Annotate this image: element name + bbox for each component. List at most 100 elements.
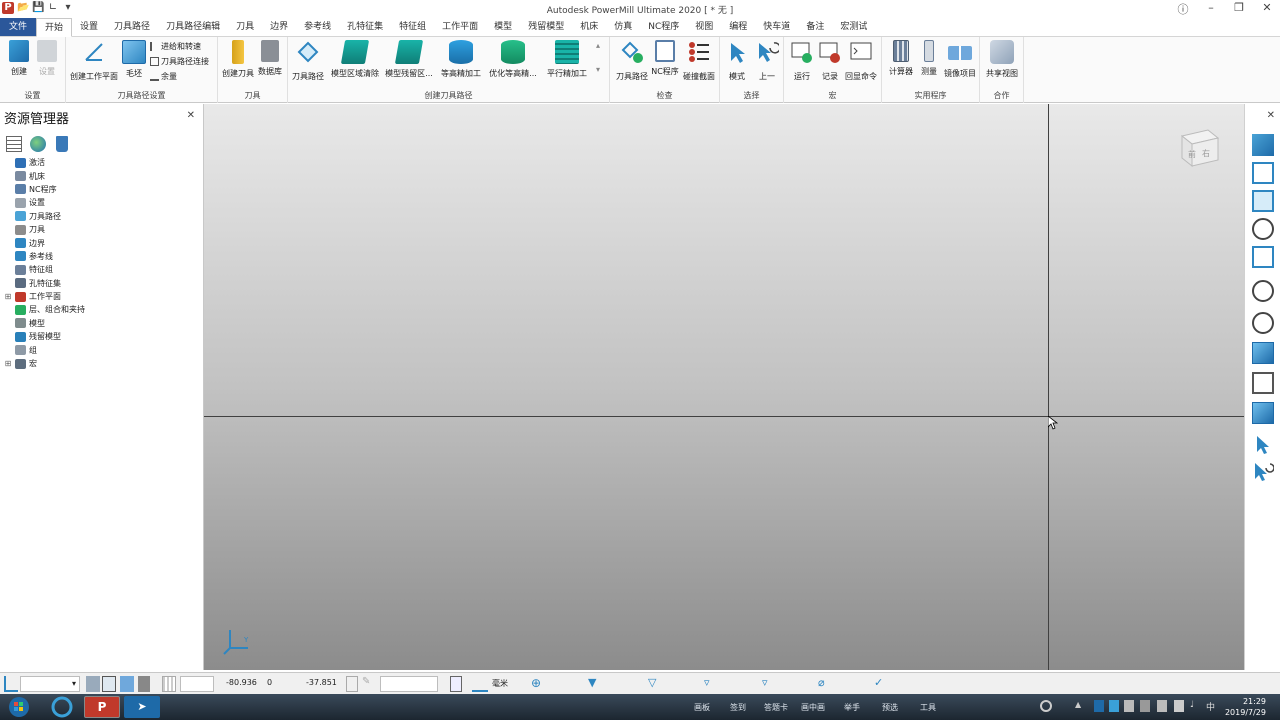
help-icon[interactable]: ⓘ <box>1176 1 1190 17</box>
tab-workplane[interactable]: 工作平面 <box>434 18 486 36</box>
status-input-field[interactable] <box>380 676 438 692</box>
explorer-item[interactable]: 组 <box>4 343 85 356</box>
refresh-view-icon[interactable] <box>1252 246 1274 268</box>
run-macro-button[interactable]: 运行 <box>788 40 816 82</box>
parallel-finish-button[interactable]: 平行精加工 <box>544 40 590 79</box>
shaded-wire-view-icon[interactable] <box>1252 402 1274 424</box>
tab-stock-model[interactable]: 残留模型 <box>520 18 572 36</box>
tab-machine[interactable]: 机床 <box>572 18 606 36</box>
mode-button[interactable]: 模式 <box>724 40 750 82</box>
pencil-icon[interactable]: ✎ <box>362 676 376 692</box>
filter-icon[interactable]: ▿ <box>704 676 718 692</box>
network-icon[interactable] <box>1174 700 1184 712</box>
tray-app2-icon[interactable] <box>1124 700 1134 712</box>
previous-selection-button[interactable]: 上一 <box>754 40 781 82</box>
wireframe-view-icon[interactable] <box>1252 372 1274 394</box>
report-icon[interactable] <box>450 676 462 692</box>
explorer-item[interactable]: 设置 <box>4 196 85 209</box>
expand-icon[interactable]: ⊞ <box>4 359 12 368</box>
create-workplane-button[interactable]: 创建工作平面 <box>69 40 119 82</box>
status-box-icon[interactable] <box>346 676 358 692</box>
select-icon[interactable] <box>1252 434 1274 456</box>
tab-home[interactable]: 开始 <box>36 18 73 37</box>
optimized-constant-z-button[interactable]: 优化等高精... <box>488 40 538 79</box>
explorer-item[interactable]: 参考线 <box>4 250 85 263</box>
crosshair-icon[interactable]: ⊕ <box>531 676 545 692</box>
snap-icon[interactable] <box>86 676 100 692</box>
shaded-view-icon[interactable] <box>1252 342 1274 364</box>
explorer-item[interactable]: ⊞ 宏 <box>4 357 85 370</box>
gallery-more[interactable]: ▾ <box>596 65 600 74</box>
create-button[interactable]: 创建 <box>6 40 32 77</box>
check-icon[interactable]: ✓ <box>874 676 888 692</box>
taskbar-label-checkin[interactable]: 签到 <box>730 702 746 713</box>
power-icon[interactable] <box>1040 700 1052 712</box>
pick-icon[interactable] <box>120 676 134 692</box>
tab-feature-group[interactable]: 特征组 <box>391 18 434 36</box>
explorer-item[interactable]: 激活 <box>4 156 85 169</box>
tab-macro-test[interactable]: 宏测试 <box>832 18 875 36</box>
taskbar-label-raise-hand[interactable]: 举手 <box>844 702 860 713</box>
taskbar-label-board[interactable]: 画板 <box>694 702 710 713</box>
lock-icon[interactable] <box>138 676 150 692</box>
explorer-item[interactable]: 刀具 <box>4 223 85 236</box>
tab-tool[interactable]: 刀具 <box>228 18 262 36</box>
tab-simulation[interactable]: 仿真 <box>606 18 640 36</box>
iso-view-icon[interactable] <box>1252 162 1274 184</box>
previous-select-icon[interactable] <box>1252 460 1275 482</box>
close-button[interactable]: ✕ <box>1260 1 1274 17</box>
tab-boundary[interactable]: 边界 <box>262 18 296 36</box>
filter-alt-icon[interactable]: ▿ <box>762 676 776 692</box>
block-button[interactable]: 毛坯 <box>122 40 146 79</box>
tab-notes[interactable]: 备注 <box>798 18 832 36</box>
model-area-clear-button[interactable]: 模型区域清除 <box>330 40 380 79</box>
view-cube[interactable]: 前 右 <box>1178 126 1222 170</box>
explorer-item[interactable]: 刀具路径 <box>4 210 85 223</box>
leads-button[interactable]: 进给和转速 <box>150 41 201 52</box>
units-icon[interactable] <box>472 676 488 692</box>
tray-app3-icon[interactable] <box>1140 700 1150 712</box>
mirror-items-button[interactable]: 镜像项目 <box>942 40 978 79</box>
gallery-scroll-up[interactable]: ▴ <box>596 41 600 50</box>
volume-icon[interactable]: ♩ <box>1190 700 1200 712</box>
tab-file[interactable]: 文件 <box>0 18 37 36</box>
workplane-status-icon[interactable] <box>4 676 18 692</box>
views-icon[interactable] <box>1252 134 1274 156</box>
explorer-item[interactable]: 孔特征集 <box>4 277 85 290</box>
taskbar-label-tools[interactable]: 工具 <box>920 702 936 713</box>
allowance-button[interactable]: 余量 <box>150 71 177 82</box>
tray-expand-icon[interactable]: ▲ <box>1075 700 1085 712</box>
explorer-item[interactable]: ⊞ 工作平面 <box>4 290 85 303</box>
tab-nc-program[interactable]: NC程序 <box>640 18 687 36</box>
tool-holder-icon[interactable]: ▼ <box>588 676 602 692</box>
explorer-item[interactable]: 残留模型 <box>4 330 85 343</box>
workplane-select[interactable]: ▾ <box>20 676 80 692</box>
tab-programming[interactable]: 编程 <box>721 18 755 36</box>
echo-commands-button[interactable]: 回显命令 <box>844 40 878 82</box>
tab-hole-features[interactable]: 孔特征集 <box>339 18 391 36</box>
measure-button[interactable]: 测量 <box>918 40 940 77</box>
tab-view[interactable]: 视图 <box>687 18 721 36</box>
explorer-item[interactable]: 特征组 <box>4 263 85 276</box>
browser-taskbar-icon[interactable] <box>44 696 80 718</box>
collision-button[interactable]: 碰撞截面 <box>682 40 716 82</box>
minimize-button[interactable]: – <box>1204 1 1218 17</box>
explorer-item[interactable]: 机床 <box>4 169 85 182</box>
tab-toolpath-edit[interactable]: 刀具路径编辑 <box>158 18 228 36</box>
ime-icon[interactable]: 中 <box>1206 700 1216 713</box>
grid-icon[interactable] <box>102 676 116 692</box>
grid-toggle-icon[interactable] <box>162 676 176 692</box>
zoom-box-icon[interactable] <box>1252 280 1274 302</box>
shield-icon[interactable] <box>1109 700 1119 712</box>
tab-pattern[interactable]: 参考线 <box>296 18 339 36</box>
zoom-icon[interactable] <box>1252 218 1274 240</box>
toolpath-button[interactable]: 刀具路径 <box>290 40 326 82</box>
model-rest-button[interactable]: 模型残留区... <box>384 40 434 79</box>
calculator-button[interactable]: 计算器 <box>886 40 916 77</box>
graphics-viewport[interactable]: 前 右 Y <box>204 104 1244 670</box>
tool-shank-icon[interactable]: ▽ <box>648 676 662 692</box>
powermill-taskbar-icon[interactable]: P <box>84 696 120 718</box>
clock[interactable]: 21:29 2019/7/29 <box>1225 696 1266 718</box>
tree-view-icon[interactable] <box>6 136 22 152</box>
view-toolbar-close-icon[interactable]: ✕ <box>1267 110 1275 121</box>
